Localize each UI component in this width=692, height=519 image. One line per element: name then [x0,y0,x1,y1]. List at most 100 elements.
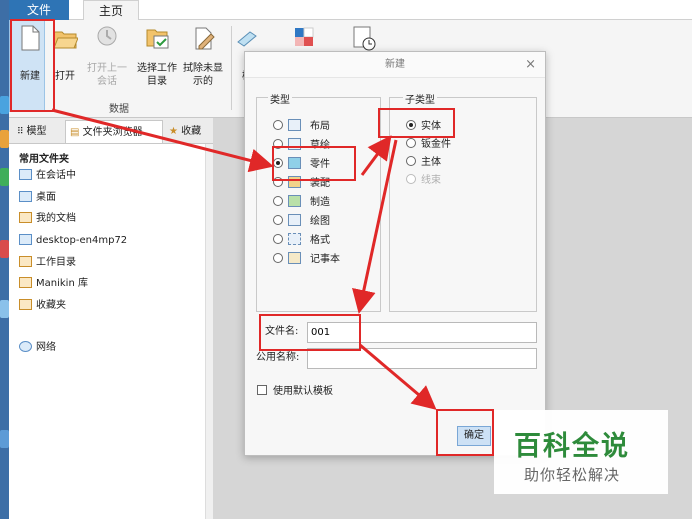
notebook-icon [288,252,301,264]
monitor-icon [19,169,32,180]
highlight-filename [259,314,361,351]
close-icon[interactable]: × [525,52,536,78]
erase-not-displayed-button[interactable]: 拭除未显 示的 [181,24,225,87]
folder-item-label: 桌面 [36,192,56,203]
model-icon [234,24,260,52]
tab-favorites-label: 收藏 [181,126,202,137]
watermark: 百科全说 助你轻松解决 [494,410,668,494]
manufacturing-icon [288,195,301,207]
select-dir-icon [144,24,170,52]
layout-icon [288,119,301,131]
radio-button[interactable] [273,196,283,206]
select-working-dir-button[interactable]: 选择工作 目录 [134,24,180,87]
radio-button[interactable] [273,234,283,244]
subtype-label: 钣金件 [421,139,451,150]
type-label: 绘图 [310,216,330,227]
folder-item-favorites[interactable]: 收藏夹 [19,298,66,314]
common-folders-heading: 常用文件夹 [19,154,69,165]
highlight-solid-option [378,108,455,138]
folder-item-label: Manikin 库 [36,278,88,289]
radio-button[interactable] [273,253,283,263]
ribbon-group-separator [231,26,232,110]
common-name-input[interactable] [307,348,537,369]
desktop-icon [0,300,9,318]
type-label: 制造 [310,197,330,208]
type-label: 布局 [310,121,330,132]
folder-item-label: 我的文档 [36,213,76,224]
radio-button[interactable] [406,156,416,166]
tab-favorites[interactable]: ★ 收藏 [165,120,207,143]
folder-item-computer[interactable]: desktop-en4mp72 [19,233,127,249]
type-option-format[interactable]: 格式 [273,233,330,249]
desktop-icon [0,240,9,258]
type-legend: 类型 [268,91,292,106]
folder-item-working-dir[interactable]: 工作目录 [19,255,76,271]
drawing-icon [288,214,301,226]
radio-button[interactable] [273,120,283,130]
menu-file[interactable]: 文件 [9,0,69,20]
subtype-legend: 子类型 [403,91,437,106]
default-template-checkbox[interactable] [257,385,267,395]
highlight-part-option [272,146,356,181]
folder-item-desktop[interactable]: 桌面 [19,190,56,206]
desktop-icon [0,168,9,186]
tab-folder-browser-label: 文件夹浏览器 [82,127,143,138]
script-clock-icon [351,24,377,52]
format-icon [288,233,301,245]
subtype-option-sheetmetal[interactable]: 钣金件 [406,137,451,153]
desktop-icon [0,430,9,448]
working-dir-icon [19,256,32,267]
menu-home[interactable]: 主页 [83,0,139,21]
radio-button[interactable] [273,215,283,225]
subtype-option-bulk[interactable]: 主体 [406,155,441,171]
subtype-label: 线束 [421,175,441,186]
left-panel-tabs: ⠿ 模型 ▤ 文件夹浏览器 ★ 收藏 [9,118,213,144]
radio-button[interactable] [406,138,416,148]
open-last-session-label: 打开上一 会话 [87,63,127,87]
radio-button [406,174,416,184]
tab-folder-browser[interactable]: ▤ 文件夹浏览器 [65,120,163,143]
manikin-icon [19,277,32,288]
folder-browser-panel: 常用文件夹 在会话中 桌面 我的文档 desktop-en4mp72 工作目录 … [9,144,205,519]
favorites-star-icon [19,299,32,310]
folder-item-label: desktop-en4mp72 [36,235,128,246]
default-template-label: 使用默认模板 [273,386,333,397]
menu-bar: 文件 主页 [9,0,692,21]
open-session-icon [94,24,120,52]
type-label: 记事本 [310,254,340,265]
ribbon-group-label: 数据 [109,104,129,115]
left-panel-scrollbar[interactable] [205,144,213,519]
open-folder-icon [52,24,79,52]
select-working-dir-label: 选择工作 目录 [137,63,177,87]
favorites-icon: ★ [169,126,182,137]
tab-model[interactable]: ⠿ 模型 [13,120,63,143]
folder-item-label: 收藏夹 [36,300,66,311]
type-option-notebook[interactable]: 记事本 [273,252,340,268]
open-button-label: 打开 [55,71,75,82]
desktop-strip [0,0,9,519]
folder-item-label: 工作目录 [36,257,76,268]
desktop-icon [0,96,9,114]
folder-item-network[interactable]: 网络 [19,340,56,356]
folder-item-label: 网络 [36,342,56,353]
watermark-subtitle: 助你轻松解决 [524,466,621,484]
highlight-ok-button [436,409,494,456]
folder-item-in-session[interactable]: 在会话中 [19,168,76,184]
highlight-new-button [10,19,55,112]
desktop-icon [19,191,32,202]
folder-item-label: 在会话中 [36,170,76,181]
type-option-layout[interactable]: 布局 [273,119,330,135]
folder-browser-icon: ▤ [70,127,83,138]
common-name-label: 公用名称: [256,352,300,363]
type-group: 类型 布局 草绘 零件 装配 制造 绘图 格式 记事本 [256,91,381,312]
open-last-session-button[interactable]: 打开上一 会话 [85,24,129,87]
type-option-drawing[interactable]: 绘图 [273,214,330,230]
default-template-option[interactable]: 使用默认模板 [257,382,333,402]
folder-item-my-documents[interactable]: 我的文档 [19,211,76,227]
network-icon [19,341,32,352]
folder-item-manikin[interactable]: Manikin 库 [19,276,88,292]
watermark-title: 百科全说 [514,431,630,462]
documents-icon [19,212,32,223]
computer-icon [19,234,32,245]
type-option-manufacturing[interactable]: 制造 [273,195,330,211]
